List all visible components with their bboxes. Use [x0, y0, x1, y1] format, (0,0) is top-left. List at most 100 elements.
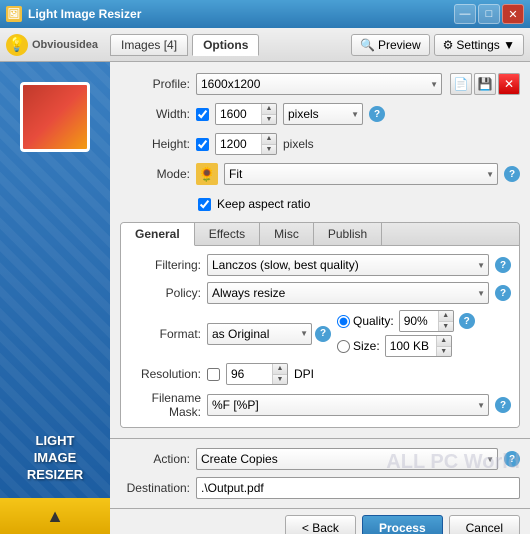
brand-name: Obviousidea [32, 39, 98, 51]
size-label-text: Size: [353, 339, 380, 353]
resolution-input[interactable] [227, 364, 272, 384]
action-row: Action: Create Copies ? [120, 447, 520, 471]
app-icon: 🖼 [6, 6, 22, 22]
height-checkbox[interactable] [196, 138, 209, 151]
title-bar: 🖼 Light Image Resizer — □ ✕ [0, 0, 530, 28]
tab-publish[interactable]: Publish [314, 223, 382, 245]
title-bar-text: Light Image Resizer [28, 7, 454, 21]
preview-icon: 🔍 [360, 38, 375, 52]
policy-label: Policy: [129, 286, 201, 300]
size-spinner: ▲ ▼ [385, 335, 452, 357]
quality-input[interactable] [400, 311, 438, 331]
width-down-button[interactable]: ▼ [262, 115, 276, 125]
format-row: Format: as Original JPEG PNG ? [129, 310, 511, 357]
tab-misc[interactable]: Misc [260, 223, 314, 245]
tabs-header: General Effects Misc Publish [121, 223, 519, 246]
height-row: Height: ▲ ▼ pixels [120, 132, 520, 156]
destination-row: Destination: [120, 476, 520, 500]
tab-general[interactable]: General [121, 223, 195, 246]
size-spinner-btns: ▲ ▼ [436, 336, 451, 356]
keep-aspect-checkbox[interactable] [198, 198, 211, 211]
height-down-button[interactable]: ▼ [262, 145, 276, 155]
size-row: Size: ▲ ▼ [337, 335, 475, 357]
destination-input[interactable] [196, 477, 520, 499]
tab-options[interactable]: Options [192, 34, 259, 56]
policy-select[interactable]: Always resize Only shrink Only enlarge [207, 282, 489, 304]
filtering-help-icon[interactable]: ? [495, 257, 511, 273]
cancel-button[interactable]: Cancel [449, 515, 520, 534]
action-label: Action: [120, 452, 190, 466]
sidebar-bottom[interactable]: ▲ [0, 498, 110, 534]
profile-select[interactable]: 1600x1200 [196, 73, 442, 95]
mode-help-icon[interactable]: ? [504, 166, 520, 182]
filename-row: Filename Mask: %F [%P] ? [129, 391, 511, 419]
width-input[interactable] [216, 104, 261, 124]
resolution-down-btn[interactable]: ▼ [273, 375, 287, 385]
size-radio[interactable] [337, 340, 350, 353]
maximize-button[interactable]: □ [478, 4, 500, 24]
close-button[interactable]: ✕ [502, 4, 524, 24]
tab-images[interactable]: Images [4] [110, 34, 188, 56]
quality-radio-label: Quality: [337, 314, 394, 328]
format-help-icon[interactable]: ? [315, 326, 331, 342]
keep-aspect-label: Keep aspect ratio [217, 197, 310, 211]
quality-row: Quality: ▲ ▼ ? [337, 310, 475, 332]
height-spinner-buttons: ▲ ▼ [261, 134, 276, 154]
filtering-select[interactable]: Lanczos (slow, best quality) [207, 254, 489, 276]
destination-label: Destination: [120, 481, 190, 495]
resolution-spinner: ▲ ▼ [226, 363, 288, 385]
action-select[interactable]: Create Copies [196, 448, 498, 470]
quality-down-btn[interactable]: ▼ [439, 322, 453, 332]
profile-new-button[interactable]: 📄 [450, 73, 472, 95]
profile-label: Profile: [120, 77, 190, 91]
quality-radio[interactable] [337, 315, 350, 328]
size-up-btn[interactable]: ▲ [437, 336, 451, 347]
quality-spinner: ▲ ▼ [399, 310, 454, 332]
toolbar: 💡 Obviousidea Images [4] Options 🔍 Previ… [0, 28, 530, 62]
mode-row: Mode: 🌻 Fit Stretch Fill ? [120, 162, 520, 186]
resolution-spinner-btns: ▲ ▼ [272, 364, 287, 384]
mode-select[interactable]: Fit Stretch Fill [224, 163, 498, 185]
width-checkbox[interactable] [196, 108, 209, 121]
profile-delete-button[interactable]: ✕ [498, 73, 520, 95]
filename-select[interactable]: %F [%P] [207, 394, 489, 416]
preview-button[interactable]: 🔍 Preview [351, 34, 430, 56]
width-row: Width: ▲ ▼ pixels ? [120, 102, 520, 126]
width-unit-select[interactable]: pixels [283, 103, 363, 125]
main-content: LIGHT IMAGE RESIZER ▲ Profile: 1600x1200… [0, 62, 530, 534]
policy-help-icon[interactable]: ? [495, 285, 511, 301]
options-panel: Profile: 1600x1200 📄 💾 ✕ Width: [110, 62, 530, 438]
height-input[interactable] [216, 134, 261, 154]
logo-bulb-icon: 💡 [6, 34, 28, 56]
settings-button[interactable]: ⚙ Settings ▼ [434, 34, 524, 56]
back-button[interactable]: < Back [285, 515, 356, 534]
resolution-up-btn[interactable]: ▲ [273, 364, 287, 375]
action-area: Action: Create Copies ? Destination: [110, 438, 530, 508]
minimize-button[interactable]: — [454, 4, 476, 24]
sidebar-logo: LIGHT IMAGE RESIZER [0, 433, 110, 484]
process-button[interactable]: Process [362, 515, 443, 534]
height-label: Height: [120, 137, 190, 151]
tab-effects[interactable]: Effects [195, 223, 260, 245]
resolution-checkbox[interactable] [207, 368, 220, 381]
size-down-btn[interactable]: ▼ [437, 347, 451, 357]
logo-area: 💡 Obviousidea [6, 34, 98, 56]
height-up-button[interactable]: ▲ [262, 134, 276, 145]
quality-up-btn[interactable]: ▲ [439, 311, 453, 322]
aspect-row: Keep aspect ratio [120, 192, 520, 216]
bottom-buttons: < Back Process Cancel [110, 508, 530, 534]
width-up-button[interactable]: ▲ [262, 104, 276, 115]
size-radio-label: Size: [337, 339, 380, 353]
profile-save-button[interactable]: 💾 [474, 73, 496, 95]
sidebar-image [20, 82, 90, 152]
tabs-container: General Effects Misc Publish Filtering: … [120, 222, 520, 428]
action-help-icon[interactable]: ? [504, 451, 520, 467]
quality-help-icon[interactable]: ? [459, 313, 475, 329]
quality-label-text: Quality: [353, 314, 394, 328]
filtering-label: Filtering: [129, 258, 201, 272]
size-input[interactable] [386, 336, 436, 356]
filename-help-icon[interactable]: ? [495, 397, 511, 413]
width-help-icon[interactable]: ? [369, 106, 385, 122]
format-select[interactable]: as Original JPEG PNG [207, 323, 312, 345]
profile-row: Profile: 1600x1200 📄 💾 ✕ [120, 72, 520, 96]
